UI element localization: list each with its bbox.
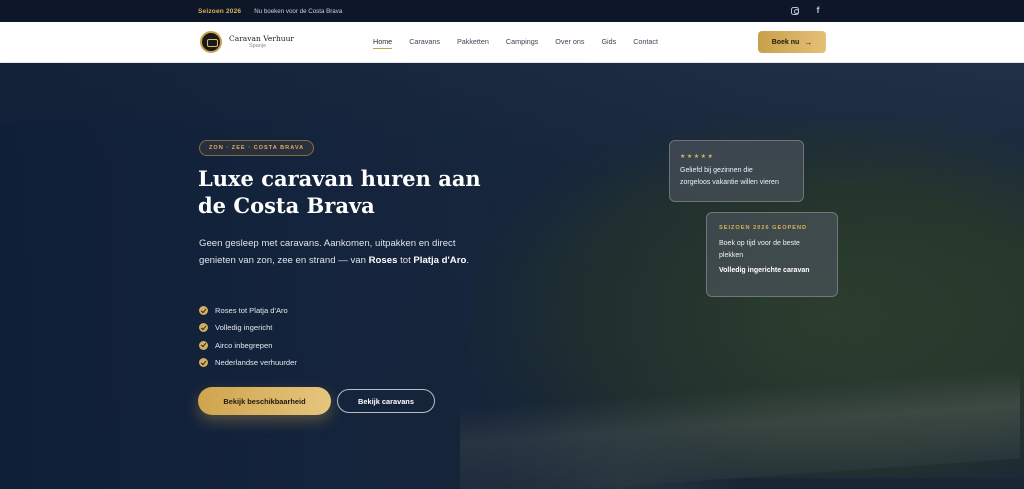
season-card-highlight: Volledig ingerichte caravan [719, 267, 810, 274]
nav-campings[interactable]: Campings [506, 37, 538, 46]
logo-name: Caravan Verhuur [229, 34, 295, 43]
social-links: f [791, 5, 823, 16]
hero-overlay [0, 63, 1024, 489]
logo-subtitle: Spanje [249, 43, 267, 49]
feature-item: Roses tot Platja d'Aro [199, 302, 297, 319]
check-icon [199, 323, 208, 333]
nav-caravans[interactable]: Caravans [409, 37, 440, 46]
book-now-button[interactable]: Boek nu → [758, 31, 826, 53]
check-availability-button[interactable]: Bekijk beschikbaarheid [198, 387, 331, 415]
feature-item: Nederlandse verhuurder [199, 354, 297, 371]
top-bar: Seizoen 2026 Nu boeken voor de Costa Bra… [0, 0, 1024, 22]
nav-gids[interactable]: Gids [601, 37, 616, 46]
logo[interactable]: Caravan Verhuur Spanje [200, 31, 294, 53]
check-icon [199, 358, 208, 368]
feature-item: Airco inbegrepen [199, 337, 297, 354]
site-header: Caravan Verhuur Spanje Home Caravans Pak… [0, 22, 1024, 63]
intro-platja: Platja d'Aro [413, 255, 467, 266]
view-caravans-button[interactable]: Bekijk caravans [337, 389, 435, 413]
instagram-icon[interactable] [791, 6, 799, 15]
logo-emblem-icon [200, 31, 222, 53]
nav-over-ons[interactable]: Over ons [555, 37, 584, 46]
hero-intro: Geen gesleep met caravans. Aankomen, uit… [199, 238, 470, 266]
check-icon [199, 340, 208, 350]
hero-title: Luxe caravan huren aan de Costa Brava [198, 166, 481, 218]
book-now-label: Boek nu [771, 38, 800, 46]
review-card: ★★★★★ Geliefd bij gezinnen die zorgeloos… [669, 140, 804, 202]
nav-pakketten[interactable]: Pakketten [457, 37, 489, 46]
main-nav: Home Caravans Pakketten Campings Over on… [373, 37, 675, 49]
feature-list: Roses tot Platja d'Aro Volledig ingerich… [199, 302, 297, 371]
rating-stars-icon: ★★★★★ [680, 154, 715, 160]
booking-notice: Nu boeken voor de Costa Brava [254, 7, 343, 15]
review-text: Geliefd bij gezinnen die zorgeloos vakan… [680, 167, 779, 186]
season-label: Seizoen 2026 [198, 7, 242, 15]
intro-roses: Roses [368, 255, 398, 266]
hero-section: ZON · ZEE · COSTA BRAVA Luxe caravan hur… [0, 63, 1024, 489]
season-card-label: SEIZOEN 2026 GEOPEND [719, 225, 808, 231]
nav-contact[interactable]: Contact [633, 37, 658, 46]
feature-item: Volledig ingericht [199, 319, 297, 336]
facebook-icon[interactable]: f [813, 5, 823, 16]
check-icon [199, 306, 208, 316]
arrow-right-icon: → [804, 37, 813, 47]
nav-home[interactable]: Home [373, 37, 393, 49]
season-card-text: Boek op tijd voor de beste plekken [719, 240, 800, 259]
hero-tag: ZON · ZEE · COSTA BRAVA [199, 140, 315, 156]
season-card: SEIZOEN 2026 GEOPEND Boek op tijd voor d… [706, 212, 838, 297]
